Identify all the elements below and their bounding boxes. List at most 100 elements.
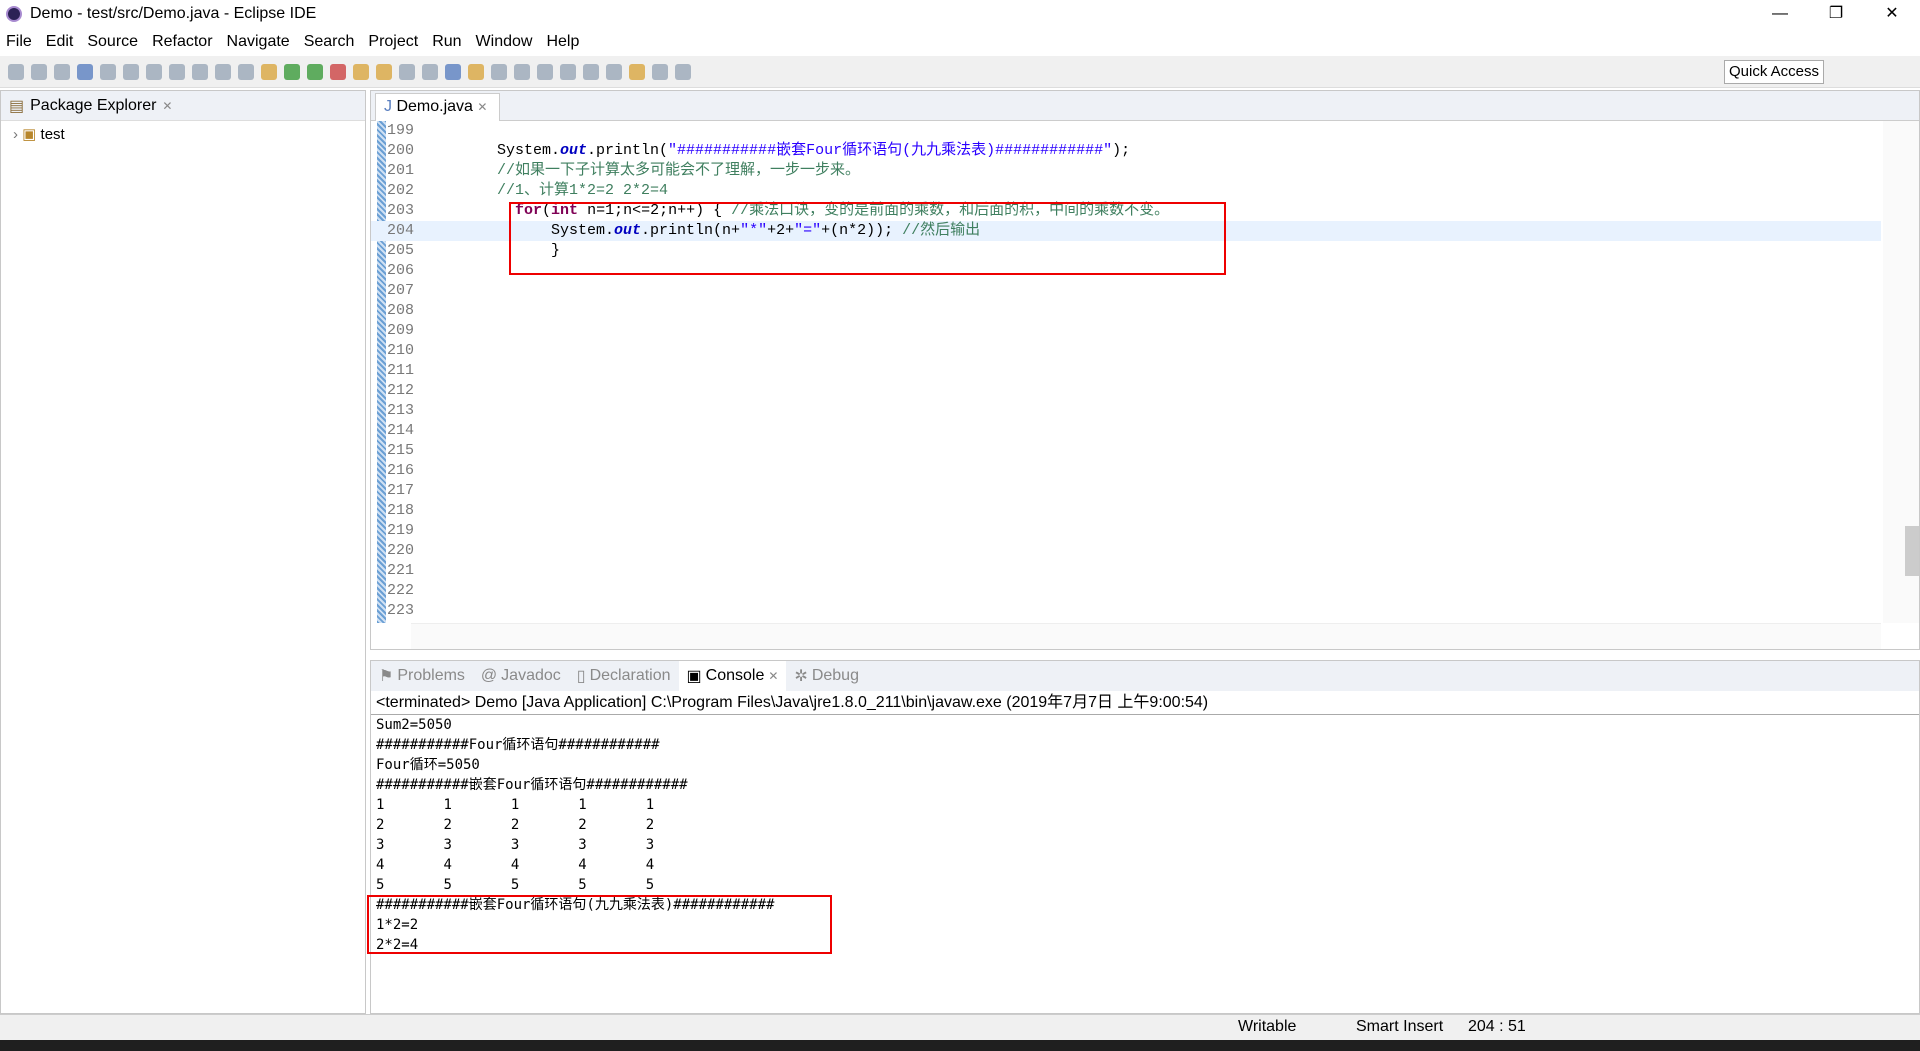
- quick-access-input[interactable]: Quick Access: [1724, 60, 1824, 84]
- toolbar-icon[interactable]: [468, 63, 484, 80]
- line-number: 206: [387, 262, 415, 279]
- taskbar: [0, 1040, 1920, 1051]
- bottom-tabs: ⚑ Problems @ Javadoc ▯ Declaration ▣ Console ✕ ✲ D…: [371, 661, 1919, 691]
- toolbar-icon[interactable]: [606, 63, 622, 80]
- toolbar-icon[interactable]: [31, 63, 47, 80]
- menu-project[interactable]: Project: [362, 33, 426, 51]
- toolbar-icon[interactable]: [307, 63, 323, 80]
- tab-problems[interactable]: ⚑ Problems: [371, 661, 473, 691]
- editor-horizontal-scrollbar[interactable]: [411, 623, 1881, 649]
- line-number: 219: [387, 522, 415, 539]
- code-text: System.out.println("###########嵌套Four循环语…: [497, 141, 1130, 161]
- code-line: 220: [371, 541, 1881, 561]
- line-number: 214: [387, 422, 415, 439]
- minimize-button[interactable]: —: [1752, 0, 1808, 28]
- toolbar-icon[interactable]: [261, 63, 277, 80]
- tab-label: Javadoc: [501, 667, 561, 684]
- tree-item-test[interactable]: › ▣ test: [13, 125, 365, 143]
- code-line: 218: [371, 501, 1881, 521]
- console-line: ###########Four循环语句############: [376, 737, 660, 753]
- menu-file[interactable]: File: [0, 33, 40, 51]
- toolbar-icon[interactable]: [652, 63, 668, 80]
- toolbar-icon[interactable]: [491, 63, 507, 80]
- tab-javadoc[interactable]: @ Javadoc: [473, 661, 569, 691]
- toolbar-icon[interactable]: [54, 63, 70, 80]
- maximize-button[interactable]: ❐: [1808, 0, 1864, 28]
- console-line: 4 4 4 4 4: [376, 857, 655, 873]
- toolbar-icon[interactable]: [399, 63, 415, 80]
- menu-refactor[interactable]: Refactor: [146, 33, 220, 51]
- status-bar: Writable Smart Insert 204 : 51: [0, 1014, 1920, 1040]
- close-icon[interactable]: ✕: [477, 100, 487, 114]
- debug-icon: ✲: [794, 668, 808, 685]
- tab-label: Debug: [811, 667, 859, 684]
- toolbar-icon[interactable]: [238, 63, 254, 80]
- line-number: 207: [387, 282, 415, 299]
- menu-bar: File Edit Source Refactor Navigate Search Proj…: [0, 30, 1920, 54]
- tab-package-explorer[interactable]: ▤ Package Explorer ✕: [1, 91, 365, 121]
- menu-source[interactable]: Source: [81, 33, 146, 51]
- toolbar-icon[interactable]: [77, 63, 93, 80]
- menu-edit[interactable]: Edit: [40, 33, 82, 51]
- code-line: 208: [371, 301, 1881, 321]
- console-line: 3 3 3 3 3: [376, 837, 655, 853]
- menu-window[interactable]: Window: [470, 33, 541, 51]
- toolbar-icon[interactable]: [422, 63, 438, 80]
- code-line: 212: [371, 381, 1881, 401]
- status-insert-mode: Smart Insert: [1356, 1018, 1444, 1035]
- editor-vertical-scrollbar[interactable]: [1883, 121, 1919, 623]
- toolbar-icon[interactable]: [8, 63, 24, 80]
- chevron-right-icon[interactable]: ›: [13, 126, 18, 143]
- tab-debug[interactable]: ✲ Debug: [786, 661, 867, 691]
- toolbar-icon[interactable]: [514, 63, 530, 80]
- line-number: 211: [387, 362, 415, 379]
- toolbar-icon[interactable]: [445, 63, 461, 80]
- menu-navigate[interactable]: Navigate: [221, 33, 298, 51]
- toolbar-icon[interactable]: [583, 63, 599, 80]
- line-number: 217: [387, 482, 415, 499]
- line-number: 209: [387, 322, 415, 339]
- menu-help[interactable]: Help: [540, 33, 587, 51]
- code-line: 207: [371, 281, 1881, 301]
- close-icon[interactable]: ✕: [162, 99, 172, 113]
- line-number: 222: [387, 582, 415, 599]
- code-line: 214: [371, 421, 1881, 441]
- code-token: );: [1112, 142, 1131, 159]
- toolbar-icon[interactable]: [330, 63, 346, 80]
- close-icon[interactable]: ✕: [768, 661, 778, 691]
- tab-label: Demo.java: [396, 98, 473, 115]
- code-token: //1、计算1*2=2 2*2=4: [497, 182, 669, 199]
- toolbar-icon[interactable]: [629, 63, 645, 80]
- toolbar-icon[interactable]: [376, 63, 392, 80]
- toolbar-icon[interactable]: [169, 63, 185, 80]
- code-line: 202 //1、计算1*2=2 2*2=4: [371, 181, 1881, 201]
- toolbar-icon[interactable]: [537, 63, 553, 80]
- toolbar-icon[interactable]: [353, 63, 369, 80]
- title-bar: Demo - test/src/Demo.java - Eclipse IDE …: [0, 0, 1920, 28]
- package-explorer-icon: ▤: [9, 97, 25, 115]
- toolbar-icon[interactable]: [675, 63, 691, 80]
- menu-search[interactable]: Search: [298, 33, 363, 51]
- tab-label: Problems: [397, 667, 465, 684]
- toolbar-icon[interactable]: [284, 63, 300, 80]
- menu-run[interactable]: Run: [426, 33, 469, 51]
- close-button[interactable]: ✕: [1864, 0, 1920, 28]
- tab-demo-java[interactable]: J Demo.java ✕: [375, 93, 501, 121]
- status-cursor-position: 204 : 51: [1468, 1018, 1526, 1035]
- line-number: 200: [387, 142, 415, 159]
- line-number: 210: [387, 342, 415, 359]
- toolbar-icon[interactable]: [123, 63, 139, 80]
- toolbar-icon[interactable]: [215, 63, 231, 80]
- toolbar-icon[interactable]: [192, 63, 208, 80]
- line-number: 208: [387, 302, 415, 319]
- console-line: ###########嵌套Four循环语句############: [376, 777, 688, 793]
- tab-declaration[interactable]: ▯ Declaration: [569, 661, 679, 691]
- code-area[interactable]: 199 200 System.out.println("###########嵌套F…: [371, 121, 1881, 623]
- toolbar-icon[interactable]: [146, 63, 162, 80]
- toolbar-icon[interactable]: [100, 63, 116, 80]
- toolbar-icon[interactable]: [560, 63, 576, 80]
- console-line: Four循环=5050: [376, 757, 480, 773]
- tab-console[interactable]: ▣ Console ✕: [678, 661, 787, 691]
- editor-tabs: J Demo.java ✕: [371, 91, 1919, 121]
- line-number: 203: [387, 202, 415, 219]
